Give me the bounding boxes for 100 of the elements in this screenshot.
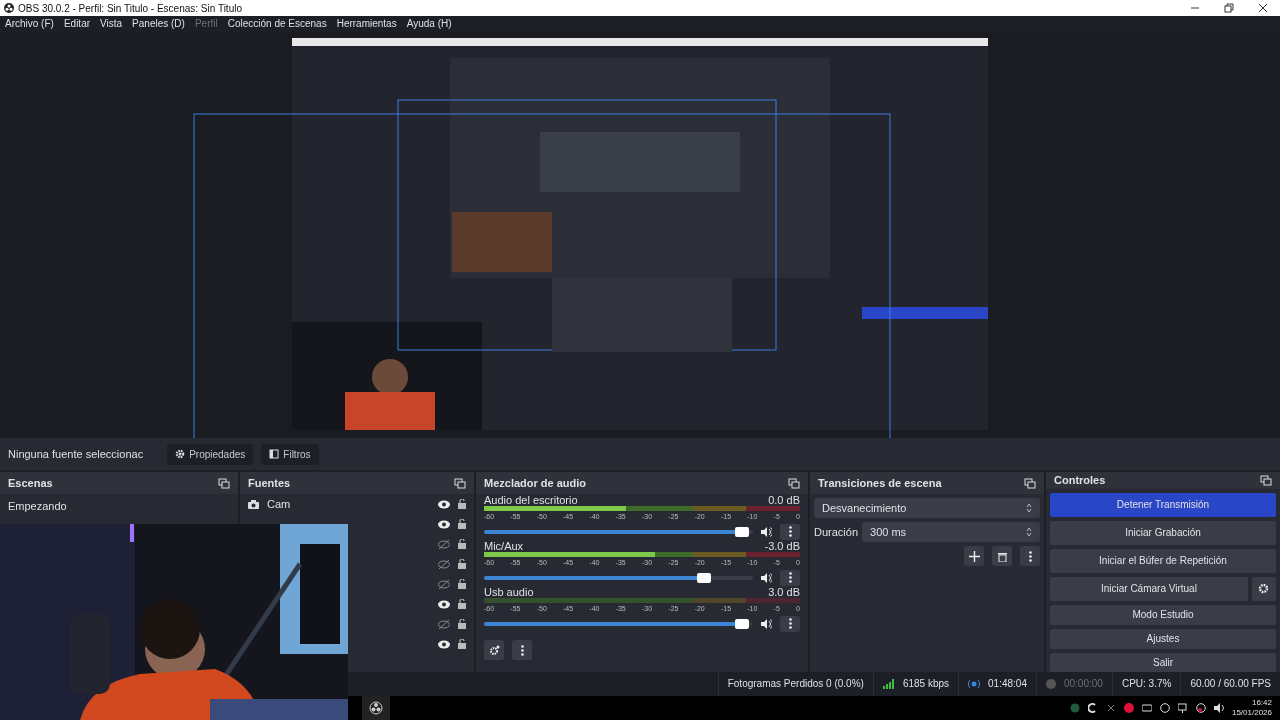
volume-slider[interactable] [484, 529, 753, 534]
speaker-icon[interactable] [761, 572, 772, 583]
stream-time: 01:48:04 [988, 677, 1027, 691]
control-button[interactable]: Ajustes [1050, 628, 1276, 649]
volume-slider[interactable] [484, 621, 753, 626]
toolbar-button[interactable]: Propiedades [167, 443, 254, 465]
selection-label: Ninguna fuente seleccionac [8, 446, 144, 462]
undock-icon[interactable] [788, 477, 800, 489]
network-icon[interactable] [1177, 703, 1188, 713]
channel-name: Usb audio [484, 586, 534, 598]
toolbar-button[interactable]: Filtros [261, 443, 319, 465]
undock-icon[interactable] [1024, 477, 1036, 489]
filter-icon [269, 449, 280, 459]
menu-item[interactable]: Vista [95, 16, 128, 32]
menu-item[interactable]: Paneles (D) [127, 16, 190, 32]
add-button[interactable] [964, 546, 984, 566]
eye-crossed-icon[interactable] [438, 559, 450, 569]
source-name[interactable]: Cam [267, 495, 291, 513]
gear-icon [488, 644, 500, 656]
undock-icon[interactable] [1260, 474, 1272, 486]
status-icon[interactable] [1069, 703, 1080, 713]
more-button[interactable] [1020, 546, 1040, 566]
menu-item[interactable]: Archivo (F) [0, 16, 59, 32]
more-button[interactable] [780, 569, 800, 586]
more-icon [788, 618, 792, 629]
dock-title: Mezclador de audio [484, 475, 587, 491]
control-button[interactable]: Iniciar Cámara Virtual [1050, 576, 1248, 601]
unlocked-icon[interactable] [458, 639, 466, 649]
eye-icon[interactable] [438, 519, 450, 529]
speaker-icon[interactable] [761, 526, 772, 537]
unlocked-icon[interactable] [458, 599, 466, 609]
menu-item[interactable]: Editar [58, 16, 96, 32]
spinner-icon [1026, 503, 1032, 513]
menu-item[interactable]: Colección de Escenas [222, 16, 332, 32]
unlocked-icon[interactable] [458, 519, 466, 529]
scene-item[interactable]: Empezando [0, 494, 238, 519]
spinner-icon [1026, 527, 1032, 537]
control-button[interactable]: Salir [1050, 652, 1276, 673]
dock-title: Fuentes [248, 475, 291, 491]
volume-reading: 0.0 dB [768, 494, 800, 506]
record-icon [1045, 679, 1056, 689]
settings-button[interactable] [1251, 576, 1276, 601]
dock-title: Escenas [8, 475, 53, 491]
app-icon[interactable] [369, 701, 383, 715]
eye-icon[interactable] [438, 599, 450, 609]
broadcast-icon [968, 679, 981, 689]
undock-icon[interactable] [218, 477, 230, 489]
volume-reading: -3.0 dB [764, 540, 800, 552]
tray-icon[interactable] [1141, 703, 1152, 713]
volume-slider[interactable] [484, 575, 753, 580]
channel-name: Audio del escritorio [484, 494, 578, 506]
dock-title: Transiciones de escena [818, 475, 942, 491]
tray-icon[interactable] [1087, 703, 1098, 713]
dock-title: Controles [1054, 473, 1106, 488]
tray-icon[interactable] [1195, 703, 1206, 713]
menu-item[interactable]: Ayuda (H) [401, 16, 457, 32]
window-title: OBS 30.0.2 - Perfil: Sin Titulo - Escenas: Sin Titulo [18, 1, 242, 16]
unlocked-icon[interactable] [458, 499, 466, 509]
more-icon [520, 644, 524, 656]
control-button[interactable]: Iniciar Grabación [1050, 520, 1276, 545]
more-icon [788, 526, 792, 537]
eye-icon[interactable] [438, 639, 450, 649]
control-button[interactable]: Modo Estudio [1050, 604, 1276, 625]
camera-icon [248, 499, 259, 509]
gear-icon [175, 449, 186, 459]
close-icon[interactable] [1258, 3, 1268, 13]
unlocked-icon[interactable] [458, 539, 466, 549]
tray-icon[interactable] [1159, 703, 1170, 713]
eye-crossed-icon[interactable] [438, 539, 450, 549]
settings-button[interactable] [484, 640, 504, 660]
control-button[interactable]: Iniciar el Búfer de Repetición [1050, 548, 1276, 573]
plus-icon [968, 550, 980, 562]
eye-icon[interactable] [438, 499, 450, 509]
speaker-icon[interactable] [1213, 703, 1224, 713]
signal-icon [882, 679, 895, 689]
restore-icon[interactable] [1224, 3, 1234, 13]
unlocked-icon[interactable] [458, 579, 466, 589]
gear-icon [1257, 583, 1269, 594]
app-logo [4, 3, 14, 13]
more-button[interactable] [780, 615, 800, 632]
duration-field[interactable]: 300 ms [862, 522, 1040, 542]
eye-crossed-icon[interactable] [438, 619, 450, 629]
speaker-icon[interactable] [761, 618, 772, 629]
eye-crossed-icon[interactable] [438, 579, 450, 589]
clock-date: 15/01/2026 [1231, 708, 1272, 718]
more-icon [788, 572, 792, 583]
unlocked-icon[interactable] [458, 559, 466, 569]
control-button[interactable]: Detener Transmisión [1050, 492, 1276, 517]
record-icon[interactable] [1123, 703, 1134, 713]
bitrate: 6185 kbps [902, 677, 950, 691]
transition-select[interactable]: Desvanecimiento [814, 498, 1040, 518]
remove-button[interactable] [992, 546, 1012, 566]
unlocked-icon[interactable] [458, 619, 466, 629]
more-button[interactable] [512, 640, 532, 660]
more-button[interactable] [780, 523, 800, 540]
menu-item[interactable]: Herramientas [331, 16, 402, 32]
clock-time: 16:42 [1251, 698, 1272, 708]
undock-icon[interactable] [454, 477, 466, 489]
record-time: 00:00:00 [1063, 677, 1103, 691]
duration-label: Duración [814, 524, 859, 540]
